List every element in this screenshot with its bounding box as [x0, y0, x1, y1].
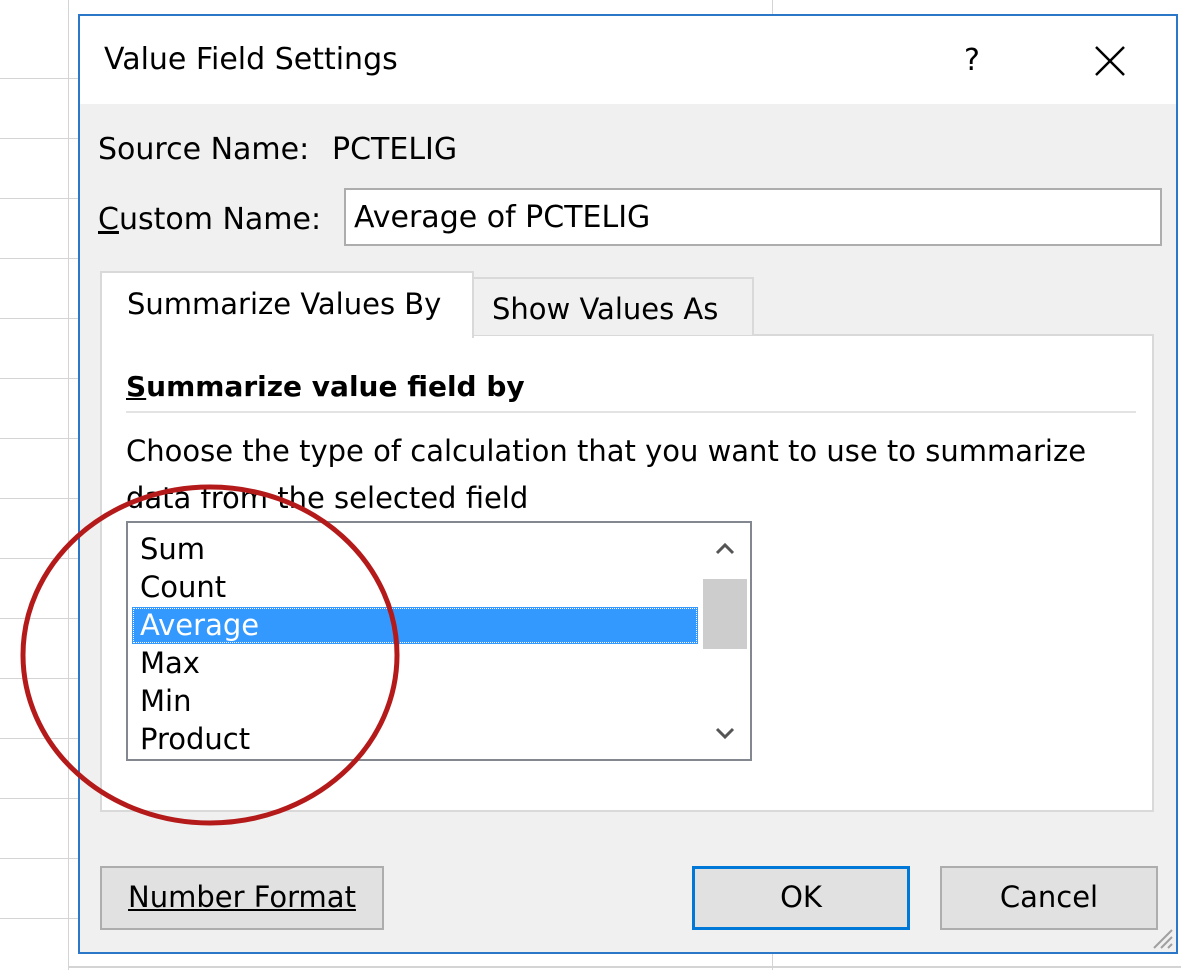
list-item-average[interactable]: Average: [132, 607, 698, 644]
source-name-value: PCTELIG: [332, 132, 458, 167]
tab-summarize-values-by[interactable]: Summarize Values By: [100, 271, 474, 338]
grid-line: [0, 138, 78, 139]
chevron-up-icon[interactable]: [702, 527, 748, 571]
tab-show-values-as[interactable]: Show Values As: [474, 277, 754, 335]
custom-name-input[interactable]: [344, 188, 1162, 246]
grid-line: [0, 618, 78, 619]
custom-name-label-accesskey: C: [98, 202, 119, 237]
section-description: Choose the type of calculation that you …: [126, 434, 1087, 515]
dialog-title: Value Field Settings: [104, 42, 398, 77]
grid-line: [0, 858, 78, 859]
help-icon[interactable]: ?: [942, 36, 1002, 86]
section-title-accesskey: S: [126, 370, 147, 403]
number-format-button[interactable]: Number Format: [100, 866, 384, 930]
list-item-min[interactable]: Min: [132, 683, 698, 720]
grid-line: [0, 318, 78, 319]
close-icon[interactable]: [1080, 32, 1140, 88]
ok-button[interactable]: OK: [692, 866, 910, 930]
grid-line: [0, 438, 78, 439]
section-divider: [126, 411, 1136, 413]
scrollbar-thumb[interactable]: [703, 579, 747, 649]
grid-line: [68, 966, 1181, 968]
list-item-count[interactable]: Count: [132, 569, 698, 606]
source-name-label: Source Name:: [98, 132, 310, 167]
cancel-button[interactable]: Cancel: [940, 866, 1158, 930]
section-title-text: ummarize value field by: [146, 370, 525, 403]
custom-name-label-text: ustom Name:: [118, 202, 322, 237]
grid-line: [0, 498, 78, 499]
grid-line: [0, 918, 78, 919]
list-item-sum[interactable]: Sum: [132, 531, 698, 568]
section-title: Summarize value field by: [126, 370, 525, 403]
list-item-max[interactable]: Max: [132, 645, 698, 682]
value-field-settings-dialog: Value Field Settings ? Source Name: PCTE…: [78, 14, 1178, 954]
chevron-down-icon[interactable]: [702, 711, 748, 755]
grid-line: [0, 798, 78, 799]
listbox-scrollbar[interactable]: [702, 525, 748, 757]
grid-line: [0, 558, 78, 559]
list-item-product[interactable]: Product: [132, 721, 698, 758]
grid-line: [0, 738, 78, 739]
grid-line: [0, 198, 78, 199]
title-bar: Value Field Settings ?: [80, 16, 1176, 104]
grid-line: [0, 258, 78, 259]
summarize-function-listbox[interactable]: Sum Count Average Max Min Product: [126, 521, 752, 761]
grid-line: [0, 78, 78, 79]
custom-name-label: Custom Name:: [98, 202, 321, 237]
grid-line: [0, 378, 78, 379]
grid-line: [0, 678, 78, 679]
resize-grip-icon[interactable]: [1146, 922, 1174, 950]
grid-line: [68, 0, 69, 970]
